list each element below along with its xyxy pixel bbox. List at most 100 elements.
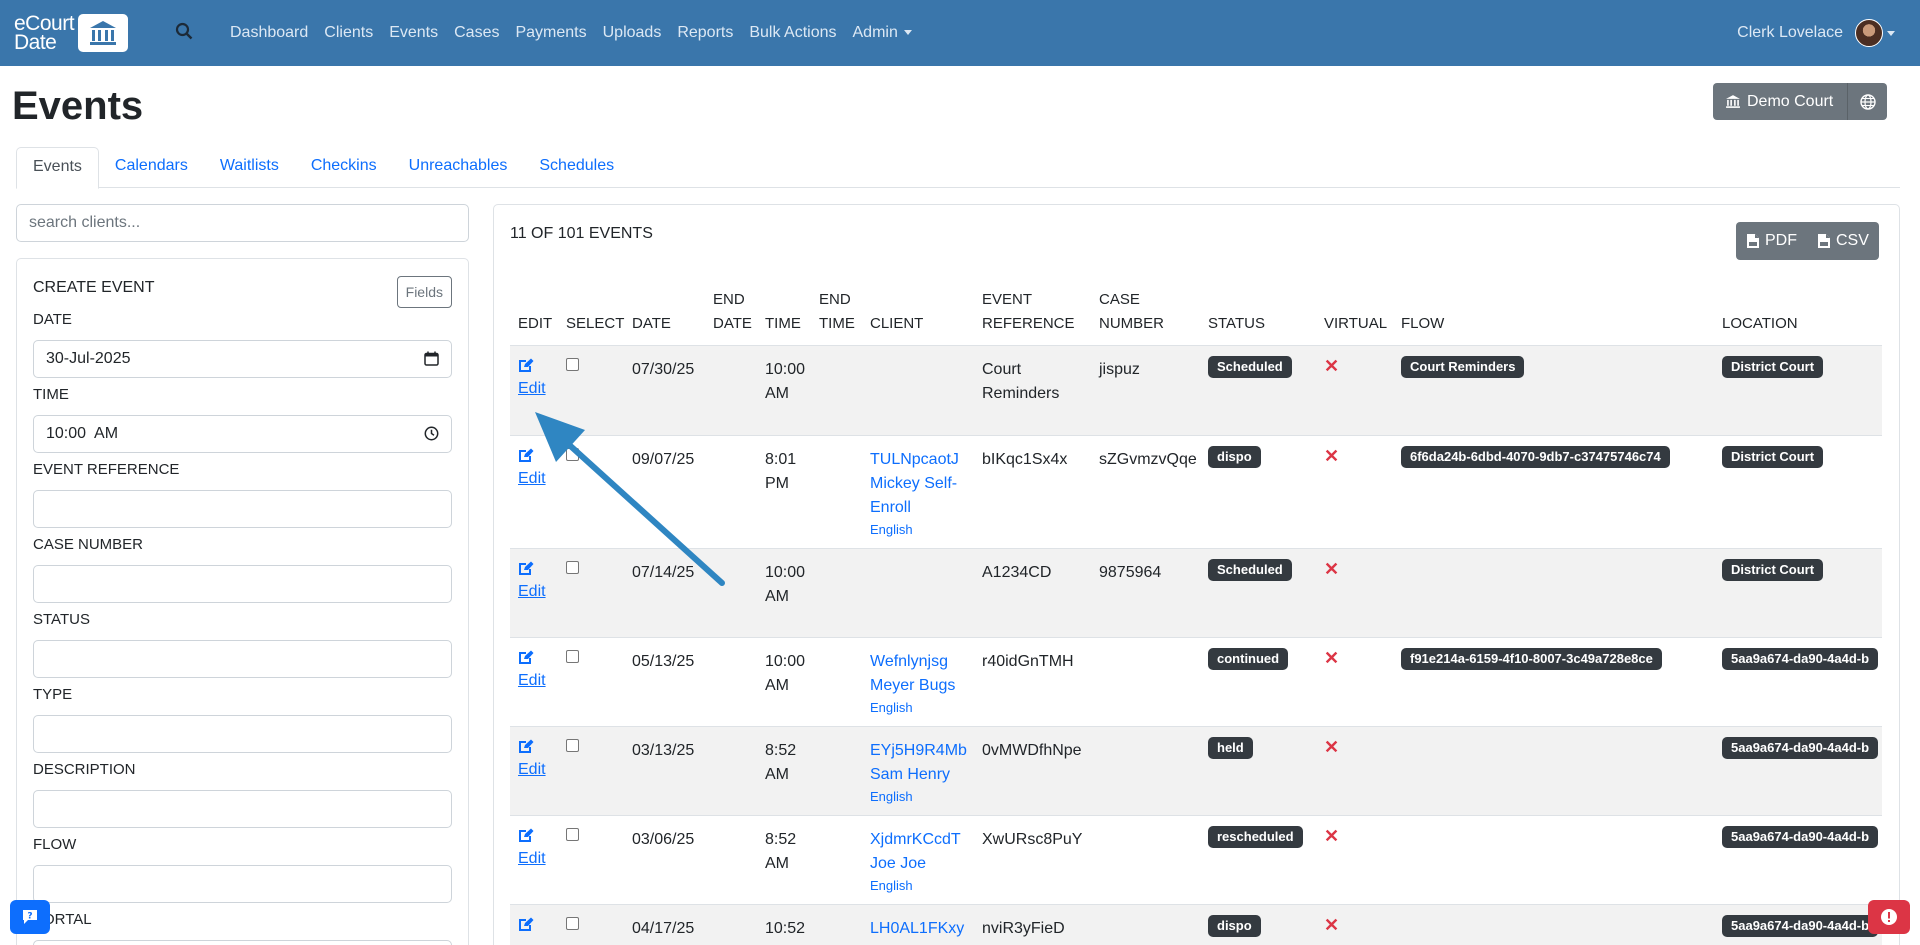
alert-button[interactable]: [1868, 900, 1910, 934]
client-id-link[interactable]: TULNpcaotJ: [870, 451, 959, 468]
nav-bulk-actions[interactable]: Bulk Actions: [749, 24, 836, 42]
edit-icon[interactable]: [518, 917, 534, 937]
flow-badge: 6f6da24b-6dbd-4070-9db7-c37475746c74: [1401, 446, 1670, 468]
tab-checkins[interactable]: Checkins: [295, 147, 393, 188]
search-icon[interactable]: [175, 22, 197, 44]
search-clients-input[interactable]: [16, 204, 469, 242]
chat-question-icon: ?: [23, 910, 37, 924]
cell-case-number: sZGvmzvQqe: [1099, 451, 1197, 468]
tab-calendars[interactable]: Calendars: [99, 147, 204, 188]
csv-label: CSV: [1836, 232, 1869, 249]
table-row: Edit 03/06/25 8:52 AM XjdmrKCcdT Joe Joe …: [510, 815, 1882, 904]
header-time: TIME: [765, 315, 801, 332]
tab-waitlists[interactable]: Waitlists: [204, 147, 295, 188]
client-name-link[interactable]: Meyer Bugs: [870, 677, 955, 694]
case-number-input[interactable]: [33, 565, 452, 603]
cell-time-line1: 8:52: [765, 831, 797, 848]
cell-case-number: jispuz: [1099, 361, 1140, 378]
user-menu[interactable]: Clerk Lovelace: [1737, 0, 1895, 66]
tab-events[interactable]: Events: [16, 147, 99, 189]
edit-link[interactable]: Edit: [518, 850, 546, 868]
client-name-link-cont[interactable]: Enroll: [870, 499, 911, 516]
header-virtual: VIRTUAL: [1324, 315, 1388, 332]
edit-link[interactable]: Edit: [518, 583, 546, 601]
virtual-x-icon: ✕: [1324, 915, 1340, 935]
fields-button[interactable]: Fields: [396, 276, 452, 308]
pdf-export-button[interactable]: PDF: [1736, 222, 1807, 260]
nav-payments[interactable]: Payments: [515, 24, 586, 42]
edit-icon[interactable]: [518, 739, 534, 759]
select-checkbox[interactable]: [566, 828, 579, 841]
cell-time-line2: AM: [765, 677, 789, 694]
client-id-link[interactable]: XjdmrKCcdT: [870, 831, 961, 848]
csv-export-button[interactable]: CSV: [1807, 222, 1879, 260]
edit-link[interactable]: Edit: [518, 470, 546, 488]
client-id-link[interactable]: LH0AL1FKxy: [870, 917, 964, 941]
edit-icon[interactable]: [518, 561, 534, 581]
client-language[interactable]: English: [870, 876, 961, 896]
globe-button[interactable]: [1847, 83, 1888, 120]
header-event-reference-line1: EVENT: [982, 291, 1033, 308]
header-end-time-line2: TIME: [819, 315, 855, 332]
csv-file-icon: [1818, 234, 1830, 248]
date-input[interactable]: 30-Jul-2025: [33, 340, 452, 378]
type-input[interactable]: [33, 715, 452, 753]
status-input[interactable]: [33, 640, 452, 678]
select-checkbox[interactable]: [566, 561, 579, 574]
tab-unreachables[interactable]: Unreachables: [393, 147, 524, 188]
event-reference-input[interactable]: [33, 490, 452, 528]
virtual-x-icon: ✕: [1324, 737, 1340, 757]
header-end-date-line1: END: [713, 291, 745, 308]
status-label: STATUS: [33, 611, 90, 628]
client-name-link[interactable]: Mickey Self-: [870, 475, 957, 492]
select-checkbox[interactable]: [566, 358, 579, 371]
cell-date: 07/14/25: [632, 564, 695, 581]
description-input[interactable]: [33, 790, 452, 828]
brand-logo[interactable]: eCourt Date: [14, 13, 128, 53]
edit-icon[interactable]: [518, 358, 534, 378]
select-checkbox[interactable]: [566, 917, 579, 930]
edit-link[interactable]: Edit: [518, 380, 546, 398]
cell-case-number: 9875964: [1099, 564, 1162, 581]
client-id-link[interactable]: Wefnlynjsg: [870, 653, 948, 670]
client-language[interactable]: English: [870, 787, 967, 807]
select-checkbox[interactable]: [566, 650, 579, 663]
form-title: CREATE EVENT: [33, 279, 155, 296]
nav-admin-dropdown[interactable]: Admin: [853, 24, 912, 42]
nav-reports[interactable]: Reports: [677, 24, 733, 42]
description-label: DESCRIPTION: [33, 761, 136, 778]
client-name-link[interactable]: Sam Henry: [870, 766, 950, 783]
nav-clients[interactable]: Clients: [324, 24, 373, 42]
nav-uploads[interactable]: Uploads: [603, 24, 662, 42]
client-language[interactable]: English: [870, 698, 955, 718]
tab-schedules[interactable]: Schedules: [523, 147, 630, 188]
cell-time-line1: 10:00: [765, 564, 806, 581]
table-row: Edit 03/13/25 8:52 AM EYj5H9R4Mb Sam Henr…: [510, 726, 1882, 815]
type-label: TYPE: [33, 686, 73, 703]
nav-cases[interactable]: Cases: [454, 24, 499, 42]
nav-events[interactable]: Events: [389, 24, 438, 42]
edit-link[interactable]: Edit: [518, 761, 546, 779]
select-checkbox[interactable]: [566, 448, 579, 461]
edit-icon[interactable]: [518, 448, 534, 468]
client-language[interactable]: English: [870, 520, 959, 540]
flow-input[interactable]: [33, 865, 452, 903]
time-input[interactable]: 10:00 AM: [33, 415, 452, 453]
help-chat-button[interactable]: ?: [10, 900, 50, 934]
clock-icon[interactable]: [424, 426, 439, 446]
client-name-link[interactable]: Joe Joe: [870, 855, 926, 872]
select-checkbox[interactable]: [566, 739, 579, 752]
demo-court-button[interactable]: Demo Court: [1713, 83, 1848, 120]
edit-icon[interactable]: [518, 828, 534, 848]
edit-icon[interactable]: [518, 650, 534, 670]
edit-link[interactable]: Edit: [518, 672, 546, 690]
client-id-link[interactable]: EYj5H9R4Mb: [870, 742, 967, 759]
location-badge: District Court: [1722, 356, 1824, 378]
portal-input[interactable]: [33, 940, 452, 945]
brand-line-2: Date: [14, 31, 57, 54]
location-badge: District Court: [1722, 446, 1824, 468]
tab-bar: Events Calendars Waitlists Checkins Unre…: [16, 147, 1900, 189]
calendar-icon[interactable]: [424, 351, 439, 371]
cell-event-reference: Court Reminders: [982, 358, 1059, 406]
nav-dashboard[interactable]: Dashboard: [230, 24, 308, 42]
